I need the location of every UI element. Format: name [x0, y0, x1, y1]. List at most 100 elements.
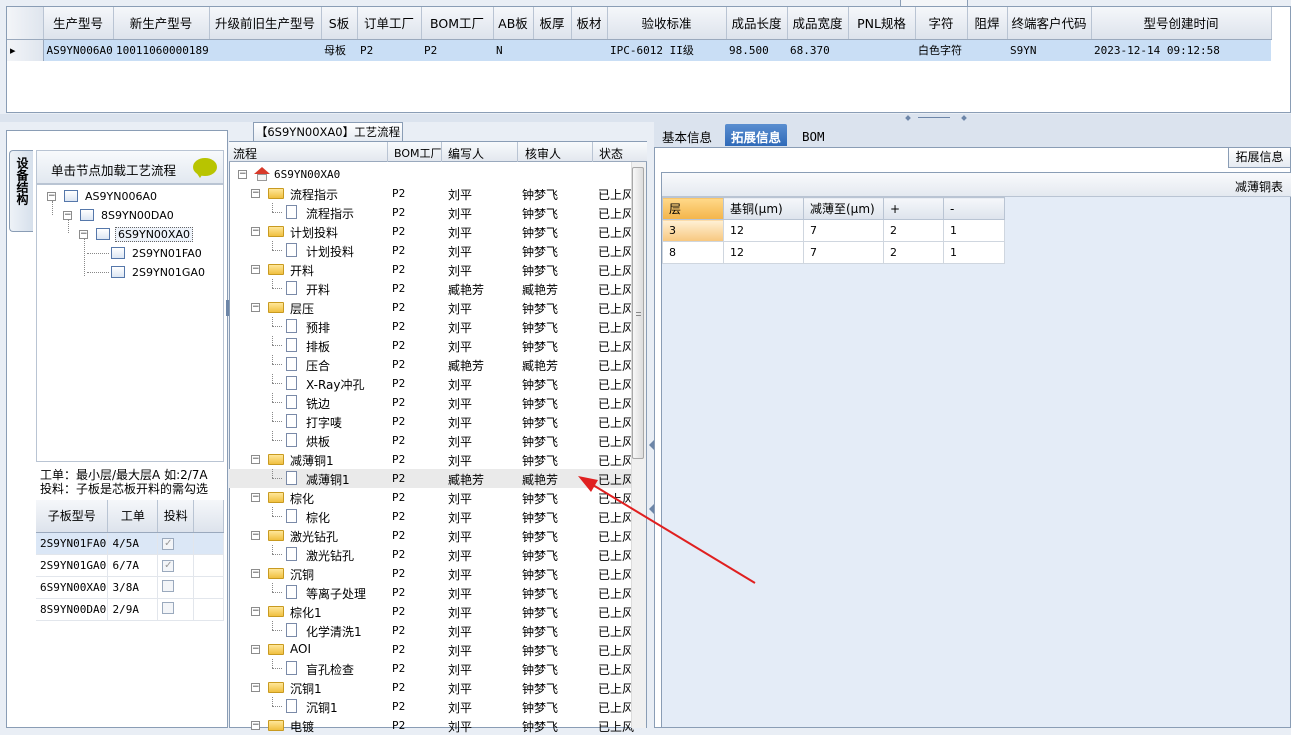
- ticket-cell[interactable]: 2/9A: [107, 598, 159, 621]
- col-header[interactable]: 新生产型号: [113, 7, 210, 40]
- tree-collapse-icon[interactable]: −: [251, 227, 260, 236]
- structure-tree[interactable]: − AS9YN006A0 − 8S9YN00DA0 − 6S9YN00XA0 2…: [36, 184, 224, 462]
- col-header[interactable]: 字符: [915, 7, 968, 40]
- tree-collapse-icon[interactable]: −: [251, 569, 260, 578]
- col-header[interactable]: 成品长度: [726, 7, 788, 40]
- tree-collapse-icon[interactable]: −: [251, 645, 260, 654]
- thinning-row[interactable]: 3 12 7 2 1: [662, 219, 1005, 242]
- feed-checkbox[interactable]: [162, 601, 175, 614]
- top-grip[interactable]: [900, 0, 968, 7]
- flow-row[interactable]: 排板 P2 刘平 钟梦飞 已上风: [229, 336, 634, 355]
- tree-collapse-icon[interactable]: −: [251, 189, 260, 198]
- thinning-cell[interactable]: 2: [883, 241, 944, 264]
- chat-bubble-icon[interactable]: [193, 158, 217, 178]
- col-header[interactable]: 成品宽度: [787, 7, 849, 40]
- flow-row[interactable]: − AOI P2 刘平 钟梦飞 已上风: [229, 640, 634, 659]
- tree-node[interactable]: 8S9YN00DA0: [101, 209, 174, 222]
- feed-checkbox[interactable]: [162, 579, 175, 592]
- thinning-row[interactable]: 8 12 7 2 1: [662, 241, 1005, 264]
- flow-row[interactable]: 铣边 P2 刘平 钟梦飞 已上风: [229, 393, 634, 412]
- flow-row[interactable]: 烘板 P2 刘平 钟梦飞 已上风: [229, 431, 634, 450]
- grid-cell[interactable]: 母板: [321, 39, 357, 61]
- side-tab-device-structure[interactable]: 设备结构: [9, 150, 33, 232]
- flow-row[interactable]: 化学清洗1 P2 刘平 钟梦飞 已上风: [229, 621, 634, 640]
- col-header[interactable]: S板: [321, 7, 358, 40]
- col-plus[interactable]: +: [883, 197, 944, 220]
- col-base-copper[interactable]: 基铜(μm): [723, 197, 804, 220]
- col-header[interactable]: 型号创建时间: [1091, 7, 1272, 40]
- col-header[interactable]: PNL规格: [848, 7, 916, 40]
- grid-cell[interactable]: [848, 39, 915, 61]
- tree-collapse-icon[interactable]: −: [251, 493, 260, 502]
- thinning-cell[interactable]: 1: [943, 219, 1005, 242]
- grid-cell[interactable]: [571, 39, 607, 61]
- flow-row[interactable]: 预排 P2 刘平 钟梦飞 已上风: [229, 317, 634, 336]
- sub-board-row[interactable]: 8S9YN00DA0 2/9A: [36, 598, 224, 621]
- flow-row[interactable]: − 计划投料 P2 刘平 钟梦飞 已上风: [229, 222, 634, 241]
- flow-row[interactable]: − 开料 P2 刘平 钟梦飞 已上风: [229, 260, 634, 279]
- sub-board-grid[interactable]: 子板型号 工单 投料 2S9YN01FA0 4/5A ✓ 2S9YN01GA0 6/7A…: [36, 500, 224, 621]
- col-checker[interactable]: 核审人: [525, 145, 561, 162]
- flow-row[interactable]: 沉铜1 P2 刘平 钟梦飞 已上风: [229, 697, 634, 716]
- tree-node[interactable]: 2S9YN01FA0: [132, 247, 202, 260]
- flow-row[interactable]: 计划投料 P2 刘平 钟梦飞 已上风: [229, 241, 634, 260]
- col-header[interactable]: 订单工厂: [357, 7, 422, 40]
- tree-collapse-icon[interactable]: −: [251, 531, 260, 540]
- tab-extended-info[interactable]: 拓展信息: [725, 124, 788, 146]
- row-selector-icon[interactable]: ▸: [7, 39, 44, 61]
- sub-board-row[interactable]: 2S9YN01FA0 4/5A ✓: [36, 532, 224, 555]
- grid-cell[interactable]: [533, 39, 571, 61]
- tree-collapse-icon[interactable]: −: [251, 721, 260, 730]
- thinning-table[interactable]: 层 基铜(μm) 减薄至(μm) + - 3 12 7 2 1 8 12 7 2 1: [662, 197, 1005, 264]
- product-model-grid[interactable]: 生产型号 新生产型号 升级前旧生产型号 S板 订单工厂 BOM工厂 AB板 板厚 板材 验收标准成…: [6, 6, 1291, 113]
- col-feed[interactable]: 投料: [157, 500, 195, 533]
- grid-cell[interactable]: P2: [357, 39, 421, 61]
- flow-row[interactable]: 盲孔检查 P2 刘平 钟梦飞 已上风: [229, 659, 634, 678]
- grid-cell[interactable]: N: [493, 39, 533, 61]
- thinning-cell[interactable]: 7: [803, 241, 884, 264]
- col-header[interactable]: 板厚: [533, 7, 572, 40]
- grid-cell[interactable]: [967, 39, 1007, 61]
- tree-node-selected[interactable]: 6S9YN00XA0: [115, 227, 193, 242]
- col-bom-factory[interactable]: BOM工厂: [394, 145, 442, 161]
- flow-root-row[interactable]: − 6S9YN00XA0: [232, 165, 632, 183]
- grid-cell[interactable]: AS9YN006A0: [43, 39, 113, 61]
- col-minus[interactable]: -: [943, 197, 1005, 220]
- thinning-cell[interactable]: 12: [723, 219, 804, 242]
- tree-node-root[interactable]: AS9YN006A0: [85, 190, 157, 203]
- grid-cell[interactable]: IPC-6012 II级: [607, 39, 726, 61]
- ticket-cell[interactable]: 6/7A: [107, 554, 159, 577]
- tree-collapse-icon[interactable]: −: [79, 230, 88, 239]
- thinning-cell[interactable]: 2: [883, 219, 944, 242]
- grid-cell[interactable]: 98.500: [726, 39, 787, 61]
- col-status[interactable]: 状态: [599, 145, 623, 162]
- col-ticket[interactable]: 工单: [107, 500, 159, 533]
- thinning-cell[interactable]: 8: [662, 241, 724, 264]
- feed-checkbox[interactable]: ✓: [162, 560, 175, 572]
- col-header[interactable]: 验收标准: [607, 7, 727, 40]
- grid-cell[interactable]: P2: [421, 39, 493, 61]
- scroll-thumb[interactable]: [632, 167, 644, 459]
- col-header[interactable]: 阻焊: [967, 7, 1008, 40]
- grid-cell[interactable]: 10011060000189: [113, 39, 209, 61]
- tree-collapse-icon[interactable]: −: [63, 211, 72, 220]
- collapse-arrow-icon[interactable]: [961, 115, 967, 121]
- grid-cell[interactable]: S9YN: [1007, 39, 1091, 61]
- col-thin-to[interactable]: 减薄至(μm): [803, 197, 884, 220]
- col-header[interactable]: BOM工厂: [421, 7, 494, 40]
- grid-cell[interactable]: [209, 39, 321, 61]
- col-flow[interactable]: 流程: [233, 145, 257, 162]
- flow-row[interactable]: 流程指示 P2 刘平 钟梦飞 已上风: [229, 203, 634, 222]
- tree-node[interactable]: 2S9YN01GA0: [132, 266, 205, 279]
- grid-cell[interactable]: 68.370: [787, 39, 848, 61]
- flow-row[interactable]: − 减薄铜1 P2 刘平 钟梦飞 已上风: [229, 450, 634, 469]
- col-header[interactable]: 终端客户代码: [1007, 7, 1092, 40]
- col-layer[interactable]: 层: [662, 197, 724, 220]
- grid-cell[interactable]: 白色字符: [915, 39, 967, 61]
- col-sub-model[interactable]: 子板型号: [36, 500, 109, 533]
- tree-collapse-icon[interactable]: −: [47, 192, 56, 201]
- thinning-cell[interactable]: 7: [803, 219, 884, 242]
- tree-collapse-icon[interactable]: −: [238, 170, 247, 179]
- tab-bom[interactable]: BOM: [796, 126, 831, 148]
- ticket-cell[interactable]: 3/8A: [107, 576, 159, 599]
